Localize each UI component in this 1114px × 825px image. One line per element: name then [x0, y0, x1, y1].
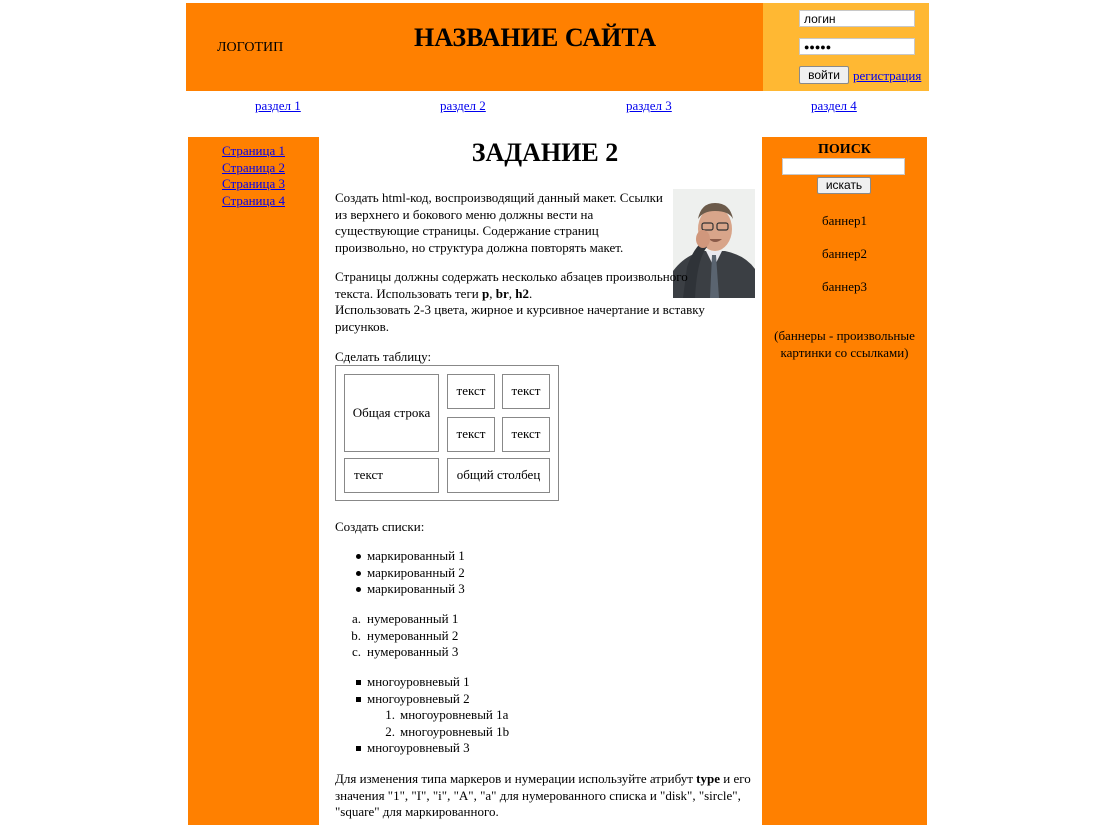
- banner-note: (баннеры - произвольные картинки со ссыл…: [774, 328, 915, 360]
- paragraph-lists-intro: Создать списки:: [335, 519, 425, 534]
- list-item: маркированный 1: [335, 548, 465, 565]
- list-item: многоуровневый 3: [335, 740, 509, 757]
- list-item: многоуровневый 1: [335, 674, 509, 691]
- sidebar-link-page-2[interactable]: Страница 2: [188, 160, 319, 177]
- paragraph-2: Страницы должны содержать несколько абза…: [335, 269, 705, 334]
- multilevel-list: многоуровневый 1 многоуровневый 2 1. мног…: [335, 674, 509, 757]
- list-item: маркированный 3: [335, 581, 465, 598]
- paragraph-type-note: Для изменения типа маркеров и нумерации …: [335, 771, 751, 819]
- page: ЛОГОТИП НАЗВАНИЕ САЙТА логин ●●●●● войти…: [186, 3, 929, 825]
- login-panel: логин ●●●●● войти регистрация: [763, 3, 929, 91]
- search-heading: ПОИСК: [818, 142, 871, 157]
- sidebar-link-page-4[interactable]: Страница 4: [188, 193, 319, 210]
- list-item: b. нумерованный 2: [351, 627, 459, 643]
- search-button[interactable]: искать: [817, 177, 871, 194]
- table-cell-merged-row: Общая строка: [344, 374, 439, 452]
- list-item: маркированный 2: [335, 565, 465, 582]
- banner-3[interactable]: баннер3: [762, 279, 927, 295]
- page-title: ЗАДАНИЕ 2: [471, 138, 619, 167]
- list-item: многоуровневый 2: [335, 691, 509, 708]
- topnav-link-4[interactable]: раздел 4: [811, 98, 857, 114]
- left-sidebar: Страница 1 Страница 2 Страница 3 Страниц…: [188, 137, 319, 825]
- site-title: НАЗВАНИЕ САЙТА: [414, 23, 657, 52]
- header-banner: ЛОГОТИП НАЗВАНИЕ САЙТА: [186, 3, 763, 91]
- nested-list-item: 2. многоуровневый 1b: [385, 723, 510, 739]
- topnav-link-2[interactable]: раздел 2: [440, 98, 486, 114]
- table-cell: текст: [344, 458, 439, 493]
- sidebar-link-page-3[interactable]: Страница 3: [188, 176, 319, 193]
- topnav-link-1[interactable]: раздел 1: [255, 98, 301, 114]
- paragraph-1: Создать html-код, воспроизводящий данный…: [335, 190, 663, 255]
- right-sidebar: ПОИСК искать баннер1 баннер2 баннер3 (ба…: [762, 137, 927, 825]
- paragraph-table-intro: Сделать таблицу:: [335, 349, 432, 364]
- topnav-link-3[interactable]: раздел 3: [626, 98, 672, 114]
- sidebar-link-page-1[interactable]: Страница 1: [188, 143, 319, 160]
- sample-table: Общая строка текст текст текст текст тек…: [335, 365, 559, 501]
- bullet-list: маркированный 1 маркированный 2 маркиров…: [335, 548, 465, 598]
- password-input[interactable]: ●●●●●: [799, 38, 915, 55]
- list-item: c. нумерованный 3: [351, 644, 459, 659]
- register-link[interactable]: регистрация: [853, 68, 921, 84]
- search-input[interactable]: [782, 158, 905, 175]
- table-cell: текст: [447, 374, 495, 409]
- login-button[interactable]: войти: [799, 66, 849, 84]
- list-item: a. нумерованный 1: [351, 611, 459, 626]
- banner-1[interactable]: баннер1: [762, 213, 927, 229]
- numbered-list: a. нумерованный 1 b. нумерованный 2 c. нуме…: [335, 611, 458, 661]
- nested-list-item: 1. многоуровневый 1a: [385, 707, 509, 722]
- table-cell: текст: [447, 417, 495, 452]
- table-cell: текст: [502, 417, 550, 452]
- table-cell: текст: [502, 374, 550, 409]
- table-cell-merged-column: общий столбец: [447, 458, 550, 493]
- logo: ЛОГОТИП: [217, 40, 284, 55]
- banner-2[interactable]: баннер2: [762, 246, 927, 262]
- login-input[interactable]: логин: [799, 10, 915, 27]
